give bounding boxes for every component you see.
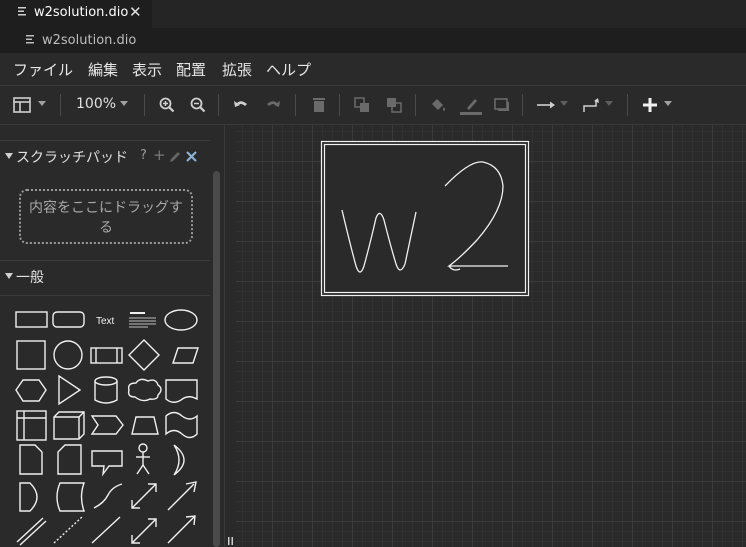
collapse-triangle-icon[interactable]: [5, 153, 13, 159]
breadcrumb-filename[interactable]: w2solution.dio: [42, 33, 136, 48]
editor-tab[interactable]: w2solution.dio ✕: [0, 0, 152, 28]
sidebar-scrollbar-thumb[interactable]: [213, 171, 220, 547]
zoom-dropdown[interactable]: 100%: [76, 96, 116, 112]
scratchpad-header[interactable]: スクラッチパッド ? +: [0, 140, 210, 171]
scratchpad-title: スクラッチパッド: [16, 150, 128, 166]
add-icon[interactable]: +: [153, 146, 166, 164]
waypoints-icon[interactable]: [582, 95, 602, 115]
menu-bar: ファイル 編集 表示 配置 拡張 ヘルプ: [0, 53, 746, 86]
shape-cloud[interactable]: [127, 378, 162, 402]
menu-view[interactable]: 表示: [132, 59, 162, 80]
toolbar-divider: [295, 94, 296, 116]
chevron-down-icon[interactable]: [120, 101, 128, 106]
shape-data-storage[interactable]: [56, 482, 85, 512]
toolbar-divider: [339, 94, 340, 116]
chevron-down-icon[interactable]: [38, 101, 46, 106]
close-icon[interactable]: [186, 151, 197, 162]
shape-rectangle[interactable]: [15, 311, 48, 328]
scratchpad-drop-zone[interactable]: 内容をここにドラッグする: [19, 189, 193, 244]
splitter-grip-icon[interactable]: [228, 537, 234, 545]
toolbar-divider: [60, 94, 61, 116]
file-lines-icon: [18, 7, 26, 16]
fill-color-icon[interactable]: [428, 95, 448, 115]
shape-square[interactable]: [16, 340, 46, 370]
shape-process[interactable]: [90, 347, 123, 364]
help-icon[interactable]: ?: [140, 148, 147, 163]
shape-or[interactable]: [173, 444, 185, 476]
undo-icon[interactable]: [231, 95, 251, 115]
toolbar-divider: [415, 94, 416, 116]
file-lines-icon: [26, 35, 34, 44]
collapse-triangle-icon[interactable]: [5, 273, 13, 279]
shape-internal-storage[interactable]: [16, 410, 47, 441]
general-section-header[interactable]: 一般: [0, 260, 210, 291]
chevron-down-icon[interactable]: [605, 101, 613, 106]
shape-textbox[interactable]: [129, 312, 156, 328]
shape-line[interactable]: [91, 516, 121, 544]
section-divider: [0, 295, 210, 296]
shape-card[interactable]: [57, 444, 82, 475]
to-back-icon[interactable]: [384, 95, 404, 115]
shape-dashed-line[interactable]: [53, 516, 83, 544]
shape-sidebar: スクラッチパッド ? + 内容をここにドラッグする 一般 Text: [0, 125, 224, 547]
layout-panel-icon[interactable]: [12, 95, 32, 115]
menu-extras[interactable]: 拡張: [222, 59, 252, 80]
edit-pencil-icon[interactable]: [168, 150, 182, 164]
shape-circle[interactable]: [53, 340, 83, 370]
chevron-down-icon[interactable]: [560, 101, 568, 106]
toolbar-divider: [522, 94, 523, 116]
shape-bidirectional-arrow[interactable]: [131, 483, 157, 509]
shape-parallelogram[interactable]: [172, 347, 199, 364]
shape-diamond[interactable]: [128, 339, 160, 371]
menu-arrange[interactable]: 配置: [176, 59, 206, 80]
shape-step[interactable]: [90, 415, 124, 435]
menu-edit[interactable]: 編集: [88, 59, 118, 80]
insert-plus-icon[interactable]: [640, 95, 660, 115]
shape-note[interactable]: [19, 444, 43, 475]
shape-actor[interactable]: [136, 443, 150, 475]
shape-trapezoid[interactable]: [131, 416, 159, 435]
shape-cube[interactable]: [53, 411, 85, 440]
toolbar-divider: [144, 94, 145, 116]
zoom-in-icon[interactable]: [157, 95, 177, 115]
toolbar-divider: [627, 94, 628, 116]
shape-cylinder[interactable]: [94, 376, 118, 404]
shape-delay[interactable]: [19, 482, 38, 512]
general-section-title: 一般: [16, 270, 44, 286]
shape-palette: Text: [15, 309, 199, 546]
shape-arrow[interactable]: [167, 481, 197, 511]
shape-tape[interactable]: [165, 411, 198, 439]
shape-callout[interactable]: [91, 450, 123, 477]
delete-icon[interactable]: [309, 95, 329, 115]
connection-icon[interactable]: [536, 95, 556, 115]
chevron-down-icon[interactable]: [664, 101, 672, 106]
menu-file[interactable]: ファイル: [13, 59, 73, 80]
redo-icon[interactable]: [263, 95, 283, 115]
shape-directional-connector[interactable]: [167, 515, 196, 544]
shape-document[interactable]: [165, 379, 198, 403]
shape-text[interactable]: Text: [96, 316, 115, 327]
breadcrumb: w2solution.dio: [0, 28, 746, 53]
w2-drawing[interactable]: w2: [320, 140, 530, 297]
shape-triangle[interactable]: [58, 374, 82, 406]
shape-bidirectional-connector[interactable]: [131, 518, 157, 544]
tab-title: w2solution.dio: [34, 5, 129, 20]
to-front-icon[interactable]: [352, 95, 372, 115]
zoom-out-icon[interactable]: [188, 95, 208, 115]
line-color-icon[interactable]: [459, 95, 483, 115]
shadow-icon[interactable]: [492, 95, 512, 115]
close-icon[interactable]: ✕: [129, 3, 142, 21]
menu-help[interactable]: ヘルプ: [266, 59, 311, 80]
shape-rounded-rectangle[interactable]: [52, 311, 85, 328]
toolbar-divider: [218, 94, 219, 116]
editor-tab-bar: w2solution.dio ✕: [0, 0, 746, 28]
shape-hexagon[interactable]: [15, 379, 47, 402]
shape-link[interactable]: [16, 517, 47, 546]
shape-ellipse[interactable]: [164, 309, 198, 331]
shape-curve[interactable]: [93, 483, 123, 509]
